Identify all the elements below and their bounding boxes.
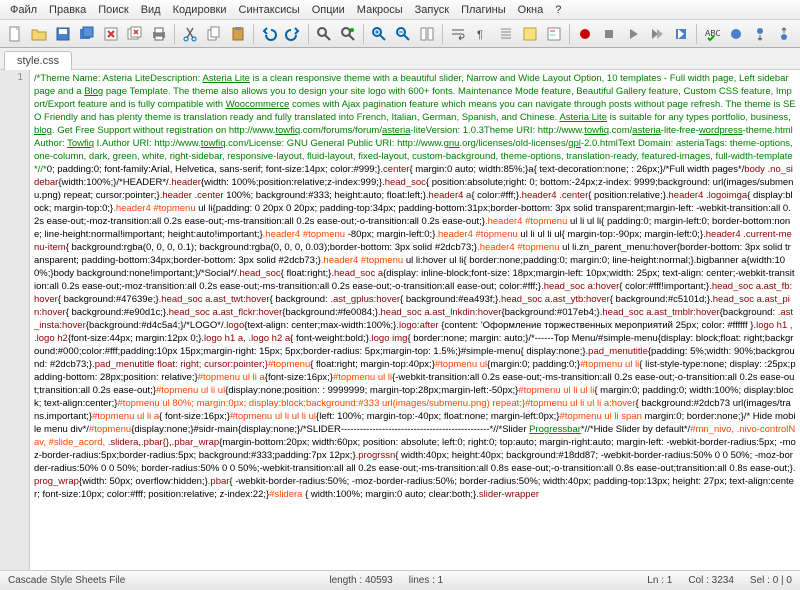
- macro-play-multi-button[interactable]: [646, 23, 668, 45]
- status-filetype: Cascade Style Sheets File: [8, 575, 125, 586]
- menu-file[interactable]: Файл: [4, 2, 43, 18]
- indent-guide-button[interactable]: [495, 23, 517, 45]
- menu-view[interactable]: Вид: [135, 2, 167, 18]
- macro-play-button[interactable]: [622, 23, 644, 45]
- tab-bar: style.css: [0, 48, 800, 70]
- word-wrap-button[interactable]: [447, 23, 469, 45]
- print-button[interactable]: [148, 23, 170, 45]
- sync-scroll-button[interactable]: [416, 23, 438, 45]
- menu-plugins[interactable]: Плагины: [455, 2, 512, 18]
- new-file-button[interactable]: [4, 23, 26, 45]
- close-file-button[interactable]: [100, 23, 122, 45]
- spellcheck-button[interactable]: ABC: [701, 23, 723, 45]
- save-all-button[interactable]: [76, 23, 98, 45]
- copy-button[interactable]: [203, 23, 225, 45]
- zoom-out-button[interactable]: [392, 23, 414, 45]
- menu-search[interactable]: Поиск: [92, 2, 134, 18]
- macro-stop-button[interactable]: [598, 23, 620, 45]
- menu-encoding[interactable]: Кодировки: [167, 2, 233, 18]
- toolbar: ¶ ABC: [0, 20, 800, 48]
- next-bookmark-button[interactable]: [749, 23, 771, 45]
- undo-button[interactable]: [258, 23, 280, 45]
- macro-record-button[interactable]: [574, 23, 596, 45]
- menu-edit[interactable]: Правка: [43, 2, 92, 18]
- cut-button[interactable]: [179, 23, 201, 45]
- menu-help[interactable]: ?: [549, 2, 567, 18]
- menu-macros[interactable]: Макросы: [351, 2, 409, 18]
- status-bar: Cascade Style Sheets File length : 40593…: [0, 570, 800, 590]
- menu-syntax[interactable]: Синтаксисы: [233, 2, 306, 18]
- open-file-button[interactable]: [28, 23, 50, 45]
- find-button[interactable]: [313, 23, 335, 45]
- status-sel: Sel : 0 | 0: [750, 575, 792, 586]
- line-gutter: 1: [0, 70, 30, 570]
- doc-map-button[interactable]: [543, 23, 565, 45]
- menu-windows[interactable]: Окна: [512, 2, 550, 18]
- macro-save-button[interactable]: [670, 23, 692, 45]
- paste-button[interactable]: [227, 23, 249, 45]
- file-tab[interactable]: style.css: [4, 51, 72, 70]
- toggle-bookmark-button[interactable]: [725, 23, 747, 45]
- editor-area: 1 /*Theme Name: Asteria LiteDescription:…: [0, 70, 800, 570]
- menu-run[interactable]: Запуск: [409, 2, 455, 18]
- show-all-chars-button[interactable]: ¶: [471, 23, 493, 45]
- svg-text:¶: ¶: [477, 29, 483, 41]
- close-all-button[interactable]: [124, 23, 146, 45]
- status-lines: lines : 1: [409, 575, 443, 586]
- status-col: Col : 3234: [688, 575, 734, 586]
- replace-button[interactable]: [337, 23, 359, 45]
- save-button[interactable]: [52, 23, 74, 45]
- code-content[interactable]: /*Theme Name: Asteria LiteDescription: A…: [30, 70, 800, 570]
- menu-bar: Файл Правка Поиск Вид Кодировки Синтакси…: [0, 0, 800, 20]
- status-ln: Ln : 1: [647, 575, 672, 586]
- function-list-button[interactable]: [519, 23, 541, 45]
- zoom-in-button[interactable]: [368, 23, 390, 45]
- prev-bookmark-button[interactable]: [773, 23, 795, 45]
- menu-options[interactable]: Опции: [306, 2, 351, 18]
- status-length: length : 40593: [329, 575, 392, 586]
- redo-button[interactable]: [282, 23, 304, 45]
